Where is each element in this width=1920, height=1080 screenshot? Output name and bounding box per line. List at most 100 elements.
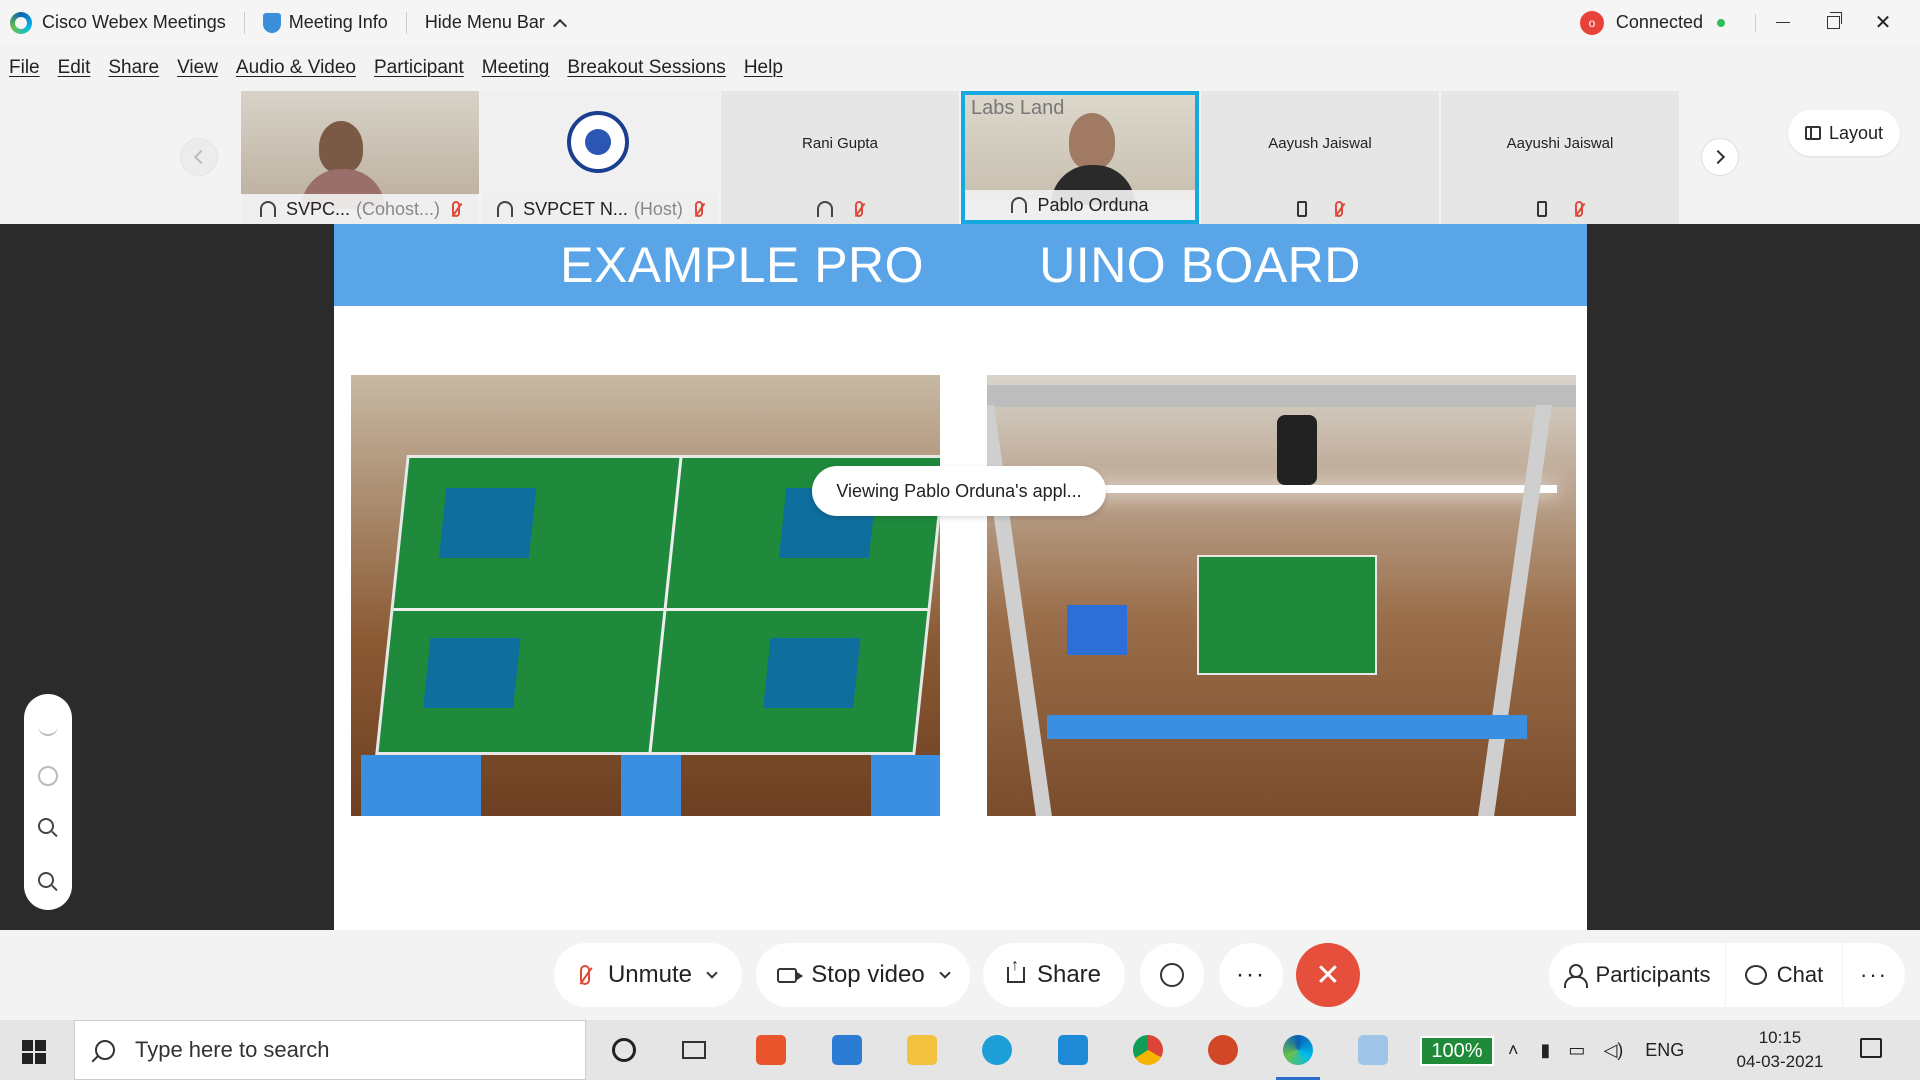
- smiley-icon: [1160, 963, 1184, 987]
- participant-tile[interactable]: Aayushi Jaiswal: [1441, 91, 1679, 224]
- webex-logo-icon: [10, 11, 32, 34]
- divider: [243, 11, 245, 34]
- language-indicator[interactable]: ENG: [1645, 1040, 1684, 1061]
- paint-icon[interactable]: [1351, 1030, 1395, 1070]
- participant-name: SVPC...: [285, 198, 350, 219]
- notifications-icon[interactable]: [1860, 1038, 1882, 1058]
- menu-participant[interactable]: Participant: [374, 57, 464, 79]
- taskbar-search[interactable]: Type here to search: [74, 1020, 586, 1080]
- lab-setup-photo: [987, 375, 1576, 816]
- chevron-down-icon[interactable]: [939, 967, 951, 979]
- participant-tile-active[interactable]: Labs Land Pablo Orduna: [961, 91, 1199, 224]
- panel-overflow-button[interactable]: ···: [1843, 943, 1905, 1007]
- menu-share[interactable]: Share: [108, 57, 159, 79]
- reactions-button[interactable]: [1140, 943, 1204, 1007]
- chevron-up-icon: [552, 18, 567, 33]
- hide-menu-bar-button[interactable]: Hide Menu Bar: [425, 12, 567, 33]
- search-icon: [95, 1040, 115, 1060]
- chat-button[interactable]: Chat: [1726, 943, 1842, 1007]
- windows-taskbar: Type here to search 100% ˄ ▮ ▭ ◁) ENG 10…: [0, 1020, 1920, 1080]
- participant-name: Pablo Orduna: [1037, 194, 1149, 215]
- chevron-right-icon: [1710, 149, 1726, 165]
- show-hidden-icons[interactable]: ˄: [1508, 1040, 1519, 1061]
- strip-prev-button[interactable]: [180, 138, 218, 176]
- cortana-icon[interactable]: [602, 1030, 646, 1070]
- arduino-board-photo: [351, 375, 940, 816]
- unmute-button[interactable]: Unmute: [554, 943, 742, 1007]
- menu-meeting[interactable]: Meeting: [482, 57, 550, 79]
- person-icon: [1563, 964, 1588, 988]
- participant-name: Aayush Jaiswal: [1268, 135, 1372, 152]
- participants-button[interactable]: Participants: [1549, 943, 1725, 1007]
- restore-button[interactable]: [1810, 0, 1856, 45]
- menu-bar: File Edit Share View Audio & Video Parti…: [0, 45, 801, 90]
- battery-icon[interactable]: ▭: [1568, 1040, 1585, 1061]
- file-explorer-icon[interactable]: [900, 1030, 944, 1070]
- menu-breakout-sessions[interactable]: Breakout Sessions: [567, 57, 725, 79]
- participant-name: SVPCET N...: [523, 198, 628, 219]
- microphone-icon[interactable]: ▮: [1541, 1040, 1551, 1061]
- participant-tile[interactable]: Rani Gupta: [721, 91, 959, 224]
- edge-icon[interactable]: [975, 1030, 1019, 1070]
- annotate-pen-icon[interactable]: [38, 716, 58, 736]
- strip-next-button[interactable]: [1701, 138, 1739, 176]
- participant-role: (Host): [633, 198, 683, 219]
- shared-screen: EXAMPLE PRO UINO BOARD Viewing Pablo Ord…: [0, 224, 1920, 930]
- viewing-indicator[interactable]: Viewing Pablo Orduna's appl...: [812, 466, 1106, 516]
- minimize-button[interactable]: [1760, 0, 1806, 45]
- participant-tile[interactable]: Aayush Jaiswal: [1201, 91, 1439, 224]
- mail-icon[interactable]: [825, 1030, 869, 1070]
- menu-file[interactable]: File: [9, 57, 40, 79]
- minimize-icon: [1776, 21, 1790, 24]
- chevron-left-icon: [193, 149, 209, 165]
- chrome-icon[interactable]: [1126, 1030, 1170, 1070]
- windows-start-icon[interactable]: [22, 1040, 46, 1064]
- close-button[interactable]: ✕: [1860, 0, 1906, 45]
- meeting-controls: Unmute Stop video Share ··· ✕ Participan…: [0, 930, 1920, 1020]
- zoom-in-icon[interactable]: [38, 818, 54, 834]
- participant-video: [481, 91, 719, 195]
- meeting-info-button[interactable]: Meeting Info: [262, 12, 388, 33]
- participant-strip: SVPC... (Cohost...) SVPCET N... (Host) R…: [0, 90, 1920, 224]
- participant-tile[interactable]: SVPCET N... (Host): [481, 91, 719, 224]
- muted-mic-icon: [1575, 201, 1583, 217]
- layout-button[interactable]: Layout: [1788, 110, 1900, 156]
- end-call-button[interactable]: ✕: [1296, 943, 1360, 1007]
- powerpoint-icon[interactable]: [1201, 1030, 1245, 1070]
- pointer-icon[interactable]: [38, 766, 58, 786]
- zoom-out-icon[interactable]: [38, 872, 54, 888]
- muted-mic-icon: [452, 201, 461, 217]
- phone-icon: [1537, 201, 1547, 217]
- headset-icon: [1011, 197, 1028, 213]
- l-app-icon[interactable]: [1051, 1030, 1095, 1070]
- headset-icon: [817, 201, 833, 217]
- volume-icon[interactable]: ◁): [1603, 1040, 1623, 1061]
- headset-icon: [497, 201, 514, 217]
- unmute-label: Unmute: [607, 961, 693, 988]
- participant-name: Aayushi Jaiswal: [1506, 135, 1614, 152]
- restore-icon: [1826, 12, 1842, 29]
- share-button[interactable]: Share: [983, 943, 1125, 1007]
- menu-audio-video[interactable]: Audio & Video: [236, 57, 356, 79]
- menu-help[interactable]: Help: [744, 57, 783, 79]
- more-options-button[interactable]: ···: [1219, 943, 1283, 1007]
- taskbar-clock[interactable]: 10:15 04-03-2021: [1720, 1026, 1840, 1074]
- battery-percent[interactable]: 100%: [1420, 1036, 1494, 1066]
- muted-mic-icon: [694, 201, 703, 217]
- chat-icon: [1744, 965, 1767, 985]
- recording-icon[interactable]: o: [1579, 10, 1604, 35]
- participant-tile[interactable]: SVPC... (Cohost...): [241, 91, 479, 224]
- menu-view[interactable]: View: [177, 57, 218, 79]
- chevron-down-icon[interactable]: [706, 967, 718, 979]
- stop-video-button[interactable]: Stop video: [756, 943, 970, 1007]
- meeting-info-label: Meeting Info: [288, 12, 388, 32]
- office-icon[interactable]: [749, 1030, 793, 1070]
- menu-edit[interactable]: Edit: [58, 57, 91, 79]
- share-label: Share: [1036, 961, 1102, 988]
- headset-icon: [259, 201, 276, 217]
- task-view-icon[interactable]: [672, 1030, 716, 1070]
- webex-taskbar-icon[interactable]: [1276, 1030, 1320, 1080]
- participants-label: Participants: [1595, 962, 1711, 987]
- participant-video: Labs Land: [965, 95, 1195, 205]
- muted-mic-icon: [855, 201, 863, 217]
